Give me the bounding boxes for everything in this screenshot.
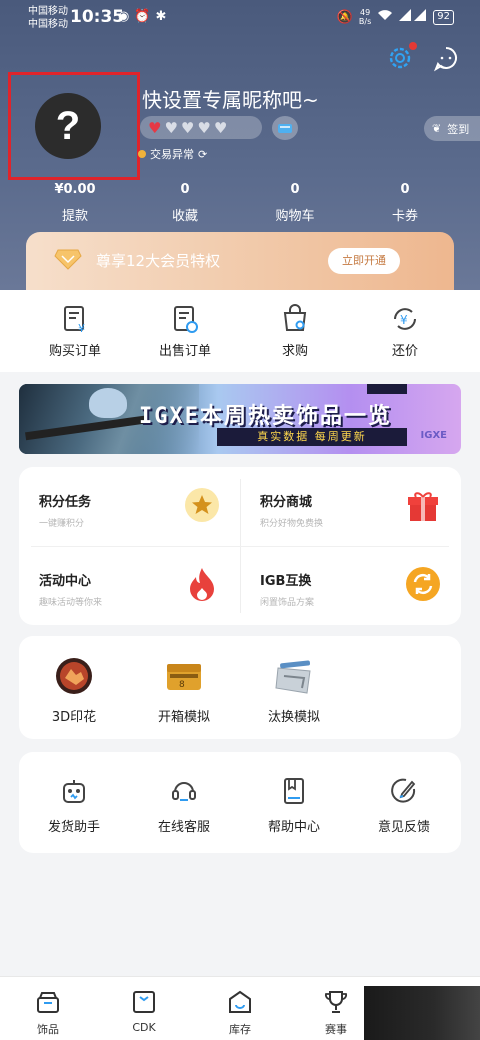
points-activity-card: 积分任务 一键赚积分 积分商城 积分好物免费换 活动中心 趣味活动等你来 IGB…	[19, 467, 461, 625]
vip-banner[interactable]: 尊享12大会员特权 立即开通	[26, 232, 454, 290]
vip-badge-icon[interactable]	[272, 116, 298, 140]
warning-dot-icon	[138, 150, 146, 158]
status-time: 10:35	[70, 7, 125, 27]
heart-empty-icon: ♥	[197, 118, 211, 137]
trade-up-button[interactable]: 汰换模拟	[239, 636, 349, 739]
activity-center-item[interactable]: 活动中心 趣味活动等你来	[19, 546, 240, 625]
purchase-order-button[interactable]: ¥ 购买订单	[20, 290, 130, 372]
profile-header: 中国移动 中国移动 10:35 ◉⏰✱ 🔕 49 B/s 92 ? 快设置专属昵…	[0, 0, 480, 290]
tab-inventory[interactable]: 库存	[192, 977, 288, 1040]
svg-text:8: 8	[179, 680, 185, 690]
feedback-button[interactable]: 意见反馈	[349, 752, 459, 853]
helmet-artwork	[89, 388, 127, 418]
promo-title: IGXE本周热卖饰品一览	[139, 404, 392, 429]
points-mall-item[interactable]: 积分商城 积分好物免费换	[240, 467, 461, 546]
promo-tagline: 真实数据 每周更新	[217, 428, 407, 446]
online-support-button[interactable]: 在线客服	[129, 752, 239, 853]
stat-coupons[interactable]: 0 卡券	[350, 182, 460, 224]
counter-offer-button[interactable]: ¥ 还价	[350, 290, 460, 372]
exchange-icon	[405, 566, 441, 602]
sticker-3d-button[interactable]: 3D印花	[19, 636, 129, 739]
vip-text: 尊享12大会员特权	[96, 252, 221, 270]
sell-order-icon	[174, 306, 198, 333]
signal-icon	[399, 9, 427, 25]
message-icon[interactable]	[432, 44, 460, 72]
gift-icon	[405, 487, 441, 523]
leaf-icon: ❦	[432, 122, 442, 135]
inventory-icon	[229, 990, 251, 1013]
purchase-order-icon: ¥	[64, 306, 85, 334]
vip-activate-button[interactable]: 立即开通	[328, 248, 400, 274]
heart-empty-icon: ♥	[213, 118, 228, 137]
igxe-logo: IGXE	[420, 430, 447, 441]
battery-indicator: 92	[433, 9, 454, 25]
tab-cdk[interactable]: CDK	[96, 977, 192, 1040]
bluetooth-icon: ✱	[155, 9, 172, 24]
notification-dot	[409, 42, 417, 50]
heart-empty-icon: ♥	[180, 118, 195, 137]
igb-exchange-item[interactable]: IGB互换 闲置饰品方案	[240, 546, 461, 625]
sell-order-button[interactable]: 出售订单	[130, 290, 240, 372]
fire-icon	[184, 566, 220, 602]
status-icons: ◉⏰✱	[118, 9, 171, 24]
eye-icon: ◉	[118, 9, 135, 24]
divider	[31, 546, 449, 547]
trade-up-icon	[274, 656, 314, 696]
wifi-icon	[377, 9, 393, 25]
cdk-icon	[133, 991, 155, 1013]
refresh-icon[interactable]: ⟳	[198, 148, 207, 161]
stat-favorites[interactable]: 0 收藏	[130, 182, 240, 224]
stat-cart[interactable]: 0 购物车	[240, 182, 350, 224]
robot-icon	[63, 780, 85, 803]
case-open-button[interactable]: 8 开箱模拟	[129, 636, 239, 739]
status-bar: 中国移动 中国移动 10:35 ◉⏰✱ 🔕 49 B/s 92	[0, 0, 480, 34]
book-icon	[284, 778, 304, 804]
buy-request-button[interactable]: 求购	[240, 290, 350, 372]
signin-button[interactable]: ❦ 签到	[424, 116, 480, 141]
nickname[interactable]: 快设置专属昵称吧~	[142, 84, 319, 113]
promo-banner[interactable]: IGXE本周热卖饰品一览 真实数据 每周更新 IGXE	[19, 384, 461, 454]
main-content: ¥ 购买订单 出售订单 求购 ¥ 还价 IGXE本周热卖饰品一览 真实数据 每周…	[0, 290, 480, 980]
headset-icon	[172, 782, 196, 801]
stat-withdraw[interactable]: ¥0.00 提款	[20, 182, 130, 224]
overlay-artifact	[364, 986, 480, 1040]
simulation-tools-card: 3D印花 8 开箱模拟 汰换模拟	[19, 636, 461, 739]
shipping-assistant-button[interactable]: 发货助手	[19, 752, 129, 853]
window-bar-decoration	[367, 384, 407, 394]
buy-request-icon	[283, 304, 307, 331]
trade-status[interactable]: 交易异常 ⟳	[138, 146, 207, 162]
mute-icon: 🔕	[336, 9, 353, 25]
star-icon	[184, 487, 220, 523]
heart-empty-icon: ♥	[164, 118, 178, 137]
help-center-button[interactable]: 帮助中心	[239, 752, 349, 853]
feedback-pen-icon	[391, 778, 416, 803]
trophy-icon	[325, 991, 347, 1013]
heart-filled-icon: ♥	[148, 118, 162, 137]
level-hearts: ♥ ♥ ♥ ♥ ♥	[140, 116, 262, 139]
market-icon	[37, 992, 59, 1013]
svg-text:¥: ¥	[400, 313, 408, 327]
counter-offer-icon: ¥	[394, 308, 416, 330]
settings-gear-icon[interactable]	[386, 42, 417, 72]
order-shortcuts: ¥ 购买订单 出售订单 求购 ¥ 还价	[0, 290, 480, 372]
tab-market[interactable]: 饰品	[0, 977, 96, 1040]
points-task-item[interactable]: 积分任务 一键赚积分	[19, 467, 240, 546]
avatar[interactable]: ?	[35, 93, 101, 159]
net-speed: 49 B/s	[358, 8, 372, 26]
carrier-label: 中国移动 中国移动	[28, 6, 68, 30]
alarm-icon: ⏰	[134, 9, 156, 24]
svg-text:¥: ¥	[78, 322, 85, 334]
service-card: 发货助手 在线客服 帮助中心 意见反馈	[19, 752, 461, 853]
avatar-highlight-box: ?	[8, 72, 140, 180]
account-stats: ¥0.00 提款 0 收藏 0 购物车 0 卡券	[0, 182, 480, 224]
case-open-icon: 8	[164, 656, 204, 696]
diamond-icon	[54, 248, 82, 274]
sticker-3d-icon	[54, 656, 94, 696]
